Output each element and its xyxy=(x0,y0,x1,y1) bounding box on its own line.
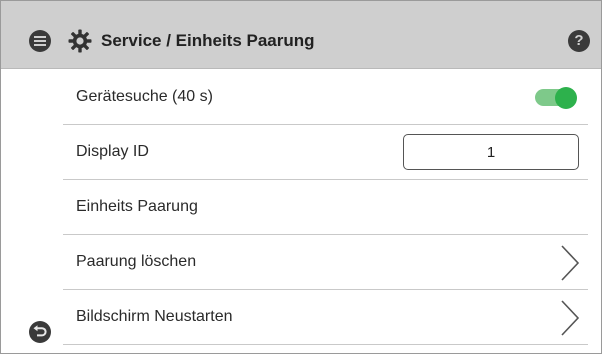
menu-icon[interactable] xyxy=(29,30,51,52)
row-label: Bildschirm Neustarten xyxy=(76,308,233,325)
row-restart-screen[interactable]: Bildschirm Neustarten xyxy=(63,290,588,345)
chevron-right-icon xyxy=(561,245,580,281)
row-label: Paarung löschen xyxy=(76,253,197,270)
row-label: Gerätesuche (40 s) xyxy=(76,88,213,105)
row-delete-pairing[interactable]: Paarung löschen xyxy=(63,235,588,290)
back-icon[interactable] xyxy=(29,321,51,343)
device-search-toggle[interactable] xyxy=(533,87,579,109)
row-label: Display ID xyxy=(76,143,149,160)
header-bar: Service / Einheits Paarung ? xyxy=(1,1,601,69)
screen: Service / Einheits Paarung ? Gerätesuche… xyxy=(0,0,602,354)
row-unit-pairing[interactable]: Einheits Paarung xyxy=(63,180,588,235)
page-title: Service / Einheits Paarung xyxy=(101,31,315,50)
gear-icon xyxy=(68,29,92,53)
toggle-knob xyxy=(555,87,577,109)
settings-list: Gerätesuche (40 s) Display ID Einheits P… xyxy=(63,70,588,345)
row-device-search: Gerätesuche (40 s) xyxy=(63,70,588,125)
row-display-id: Display ID xyxy=(63,125,588,180)
display-id-input[interactable] xyxy=(403,134,579,170)
back-arrow-glyph xyxy=(33,325,47,337)
chevron-right-icon xyxy=(561,300,580,336)
help-icon[interactable]: ? xyxy=(568,30,590,52)
row-label: Einheits Paarung xyxy=(76,198,198,215)
